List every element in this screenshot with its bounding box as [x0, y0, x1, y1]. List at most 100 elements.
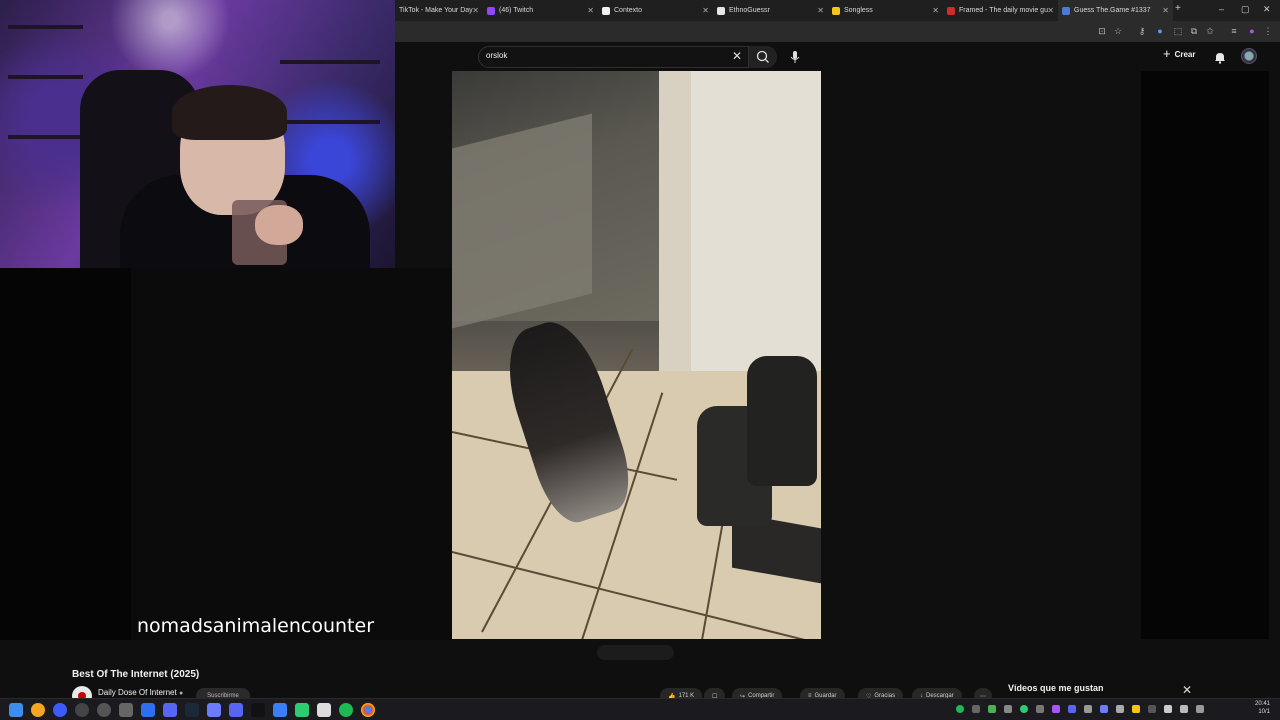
maximize-button[interactable]: ▢	[1241, 4, 1250, 15]
tab-close-icon[interactable]: ✕	[472, 6, 479, 15]
tab-songless[interactable]: Songless ✕	[828, 0, 943, 21]
tray-icon[interactable]	[1036, 705, 1044, 713]
app-icon[interactable]	[75, 703, 89, 717]
ethnoguessr-favicon-icon	[717, 6, 725, 15]
tab-close-icon[interactable]: ✕	[587, 6, 594, 15]
voice-search-button[interactable]	[785, 47, 805, 67]
search-app-icon[interactable]	[31, 703, 45, 717]
reading-list-icon[interactable]: ≡	[1229, 26, 1239, 36]
app-icon[interactable]	[53, 703, 67, 717]
create-button[interactable]: + Crear	[1163, 46, 1196, 61]
app-icon[interactable]	[317, 703, 331, 717]
tab-close-icon[interactable]: ✕	[702, 6, 709, 15]
scroll-indicator	[597, 645, 674, 660]
songless-favicon-icon	[832, 6, 840, 15]
streamer-webcam	[0, 0, 395, 268]
clock-date: 10/1	[1258, 709, 1270, 715]
clear-search-icon[interactable]: ✕	[732, 50, 742, 62]
steam-icon[interactable]	[185, 703, 199, 717]
extensions-puzzle-icon[interactable]: ⧉	[1189, 26, 1199, 36]
tab-tiktok[interactable]: TikTok - Make Your Day ✕	[395, 0, 483, 21]
tab-contexto[interactable]: Contexto ✕	[598, 0, 713, 21]
app-icon[interactable]	[207, 703, 221, 717]
tab-ethnoguessr[interactable]: EthnoGuessr ✕	[713, 0, 828, 21]
windows-start-icon[interactable]	[9, 703, 23, 717]
spotify-icon[interactable]	[339, 703, 353, 717]
app-icon[interactable]	[295, 703, 309, 717]
stream-caption: nomadsanimalencounter	[137, 615, 375, 637]
app-icon[interactable]	[97, 703, 111, 717]
right-dark-area	[1141, 71, 1269, 639]
plus-icon: +	[1163, 46, 1171, 61]
tab-title: Framed - The daily movie gu	[959, 7, 1048, 14]
tab-twitch[interactable]: (46) Twitch ✕	[483, 0, 598, 21]
playlist-panel-title: Vídeos que me gustan	[1008, 683, 1104, 693]
volume-icon[interactable]	[1180, 705, 1188, 713]
streamer-hair	[172, 85, 287, 140]
channel-name-label: Daily Dose Of Internet	[98, 688, 177, 697]
tab-close-icon[interactable]: ✕	[932, 6, 939, 15]
chrome-icon[interactable]	[361, 703, 375, 717]
taskbar-clock[interactable]: 20:41 10/1	[1255, 700, 1270, 716]
tab-close-icon[interactable]: ✕	[1162, 6, 1169, 15]
twitch-favicon-icon	[487, 6, 495, 15]
guess-the-game-favicon-icon	[1062, 6, 1070, 15]
player-left-background	[131, 268, 452, 640]
search-input[interactable]: orslok	[486, 51, 507, 60]
tab-guess-the-game[interactable]: Guess The.Game #1337 ✕	[1058, 0, 1173, 21]
browser-tab-bar: TikTok - Make Your Day ✕ (46) Twitch ✕ C…	[395, 0, 1280, 21]
tray-spotify-icon[interactable]	[956, 705, 964, 713]
tray-icon[interactable]	[1052, 705, 1060, 713]
tab-framed[interactable]: Framed - The daily movie gu ✕	[943, 0, 1058, 21]
search-button[interactable]	[748, 46, 777, 68]
tray-icon[interactable]	[1004, 705, 1012, 713]
tray-icon[interactable]	[1148, 705, 1156, 713]
install-app-icon[interactable]: ⊡	[1097, 26, 1107, 36]
app-icon[interactable]	[141, 703, 155, 717]
key-icon[interactable]: ⚷	[1137, 26, 1147, 36]
tray-icon[interactable]	[1084, 705, 1092, 713]
tab-title: Contexto	[614, 7, 643, 14]
app-icon[interactable]	[119, 703, 133, 717]
account-avatar[interactable]	[1241, 48, 1257, 64]
close-window-button[interactable]: ✕	[1263, 4, 1271, 15]
bookmarks-icon[interactable]: ✩	[1205, 26, 1215, 36]
new-tab-button[interactable]: +	[1175, 3, 1181, 14]
tab-title: Guess The.Game #1337	[1074, 7, 1151, 14]
tray-icon[interactable]	[1020, 705, 1028, 713]
short-video-player[interactable]	[452, 71, 821, 639]
extension-icon[interactable]: ⬚	[1173, 26, 1183, 36]
tab-close-icon[interactable]: ✕	[1047, 6, 1054, 15]
app-icon[interactable]	[163, 703, 177, 717]
tab-close-icon[interactable]: ✕	[817, 6, 824, 15]
video-title[interactable]: Best Of The Internet (2025)	[72, 669, 199, 680]
menu-kebab-icon[interactable]: ⋮	[1263, 26, 1273, 36]
app-icon[interactable]	[273, 703, 287, 717]
tray-icon[interactable]	[1132, 705, 1140, 713]
tray-icon[interactable]	[988, 705, 996, 713]
channel-name[interactable]: Daily Dose Of Internet ●	[98, 688, 183, 697]
minimize-button[interactable]: –	[1219, 4, 1224, 14]
search-icon	[756, 50, 769, 63]
discord-icon[interactable]	[229, 703, 243, 717]
tray-icon[interactable]	[1100, 705, 1108, 713]
tab-title: TikTok - Make Your Day	[399, 7, 473, 14]
tray-icon[interactable]	[1116, 705, 1124, 713]
bookmark-star-icon[interactable]: ☆	[1113, 26, 1123, 36]
browser-toolbar: ⊡ ☆ ⚷ ● ⬚ ⧉ ✩ ≡ ● ⋮	[395, 21, 1280, 42]
tab-title: (46) Twitch	[499, 7, 534, 14]
network-icon[interactable]	[1164, 705, 1172, 713]
microphone-icon	[790, 51, 800, 63]
extension-blue-icon[interactable]: ●	[1155, 26, 1165, 36]
clock-time: 20:41	[1254, 701, 1270, 707]
tiktok-icon[interactable]	[251, 703, 265, 717]
tray-icon[interactable]	[972, 705, 980, 713]
notifications-button[interactable]	[1213, 50, 1227, 69]
profile-icon[interactable]: ●	[1247, 26, 1257, 36]
battery-icon[interactable]	[1196, 705, 1204, 713]
create-label: Crear	[1174, 49, 1196, 59]
close-playlist-icon[interactable]: ✕	[1182, 684, 1192, 696]
contexto-favicon-icon	[602, 6, 610, 15]
tray-icon[interactable]	[1068, 705, 1076, 713]
bell-icon	[1215, 53, 1225, 64]
